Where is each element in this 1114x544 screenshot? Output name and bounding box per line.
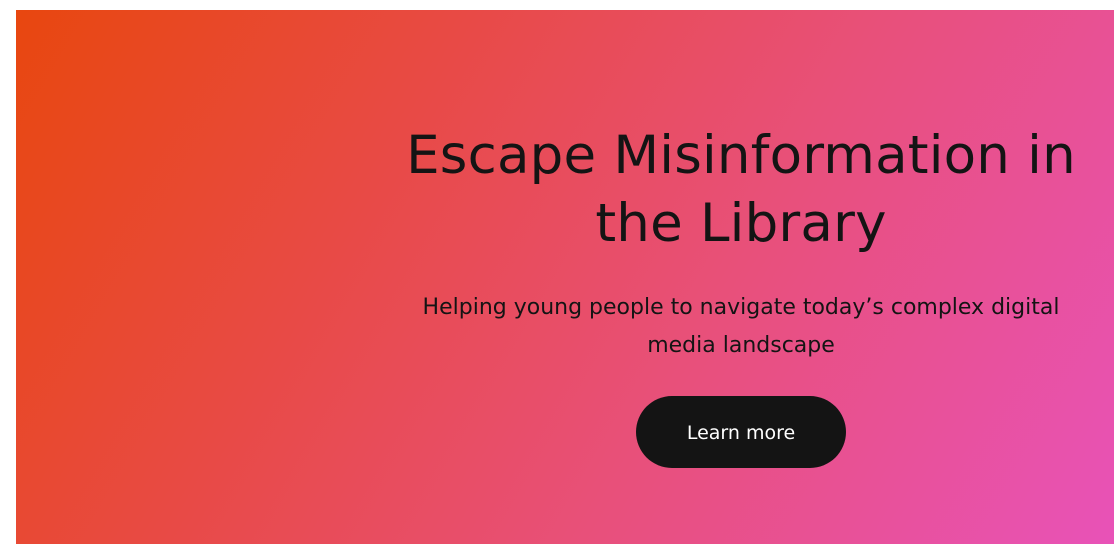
hero-content: Escape Misinformation in the Library Hel…	[361, 122, 1114, 468]
headline-line-1: Escape Misinformation in	[406, 125, 1076, 186]
subheading-line-1: Helping young people to navigate today’s…	[422, 295, 1060, 320]
hero-subheading: Helping young people to navigate today’s…	[361, 289, 1114, 365]
subheading-line-2: media landscape	[647, 333, 835, 358]
hero-banner: Escape Misinformation in the Library Hel…	[16, 10, 1114, 544]
headline-line-2: the Library	[595, 193, 887, 254]
learn-more-button[interactable]: Learn more	[636, 396, 846, 468]
hero-headline: Escape Misinformation in the Library	[361, 122, 1114, 258]
